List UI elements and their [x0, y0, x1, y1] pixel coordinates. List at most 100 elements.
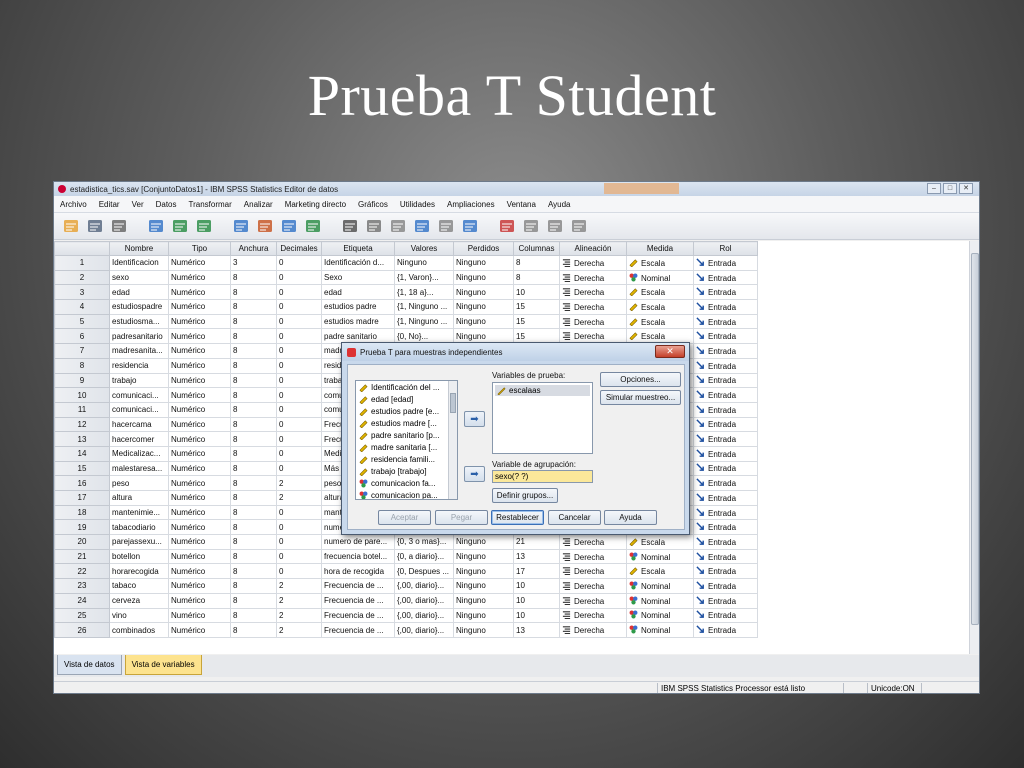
grid-cell-medida[interactable]: Escala	[626, 563, 694, 580]
grid-cell-rol[interactable]: Entrada	[693, 607, 758, 624]
row-number[interactable]: 19	[54, 519, 110, 536]
grid-cell-tipo[interactable]: Numérico	[168, 357, 231, 374]
grid-cell-columnas[interactable]: 13	[513, 622, 560, 638]
toolbar-button-2[interactable]	[108, 216, 129, 237]
grid-cell-etiqueta[interactable]: Frecuencia de ...	[321, 592, 395, 609]
grid-cell-decimales[interactable]: 0	[276, 313, 322, 330]
column-header-2[interactable]: Tipo	[168, 241, 231, 256]
grid-cell-valores[interactable]: {0, a diario}...	[394, 548, 454, 565]
grid-cell-columnas[interactable]: 15	[513, 313, 560, 330]
grid-cell-columnas[interactable]: 10	[513, 284, 560, 301]
grid-cell-medida[interactable]: Escala	[626, 284, 694, 301]
grid-cell-tipo[interactable]: Numérico	[168, 534, 231, 550]
grid-cell-tipo[interactable]: Numérico	[168, 328, 231, 345]
row-number[interactable]: 16	[54, 475, 110, 491]
grid-cell-tipo[interactable]: Numérico	[168, 255, 231, 271]
window-titlebar[interactable]: estadistica_tics.sav [ConjuntoDatos1] - …	[54, 182, 979, 196]
list-item[interactable]: estudios madre [...	[356, 417, 457, 429]
row-number[interactable]: 10	[54, 387, 110, 403]
grid-cell-tipo[interactable]: Numérico	[168, 372, 231, 389]
grid-cell-anchura[interactable]: 8	[230, 592, 277, 609]
grid-cell-decimales[interactable]: 0	[276, 255, 322, 271]
help-button[interactable]: Ayuda	[604, 510, 657, 525]
grid-cell-nombre[interactable]: horarecogida	[109, 563, 169, 580]
menu-item-2[interactable]: Ver	[126, 200, 150, 209]
grid-cell-decimales[interactable]: 0	[276, 328, 322, 345]
grid-cell-alineacin[interactable]: Derecha	[559, 548, 627, 565]
grid-cell-rol[interactable]: Entrada	[693, 328, 758, 345]
grid-cell-anchura[interactable]: 8	[230, 519, 277, 536]
row-number[interactable]: 7	[54, 343, 110, 359]
toolbar-button-18[interactable]	[544, 216, 565, 237]
grid-cell-perdidos[interactable]: Ninguno	[453, 592, 514, 609]
grid-cell-rol[interactable]: Entrada	[693, 416, 758, 433]
grid-cell-nombre[interactable]: padresanitario	[109, 328, 169, 345]
grid-cell-anchura[interactable]: 8	[230, 445, 277, 462]
grid-cell-anchura[interactable]: 8	[230, 401, 277, 418]
row-number[interactable]: 3	[54, 284, 110, 301]
grid-cell-columnas[interactable]: 13	[513, 548, 560, 565]
dialog-close-button[interactable]: ✕	[655, 345, 685, 358]
row-number[interactable]: 11	[54, 401, 110, 418]
toolbar-button-19[interactable]	[568, 216, 589, 237]
column-header-6[interactable]: Valores	[394, 241, 454, 256]
grid-cell-alineacin[interactable]: Derecha	[559, 299, 627, 315]
table-row[interactable]: 20 parejassexu... Numérico 8 0 numero de pare…	[54, 534, 758, 550]
list-item[interactable]: residencia famili...	[356, 453, 457, 465]
grid-cell-perdidos[interactable]: Ninguno	[453, 299, 514, 315]
grid-cell-anchura[interactable]: 8	[230, 328, 277, 345]
list-item[interactable]: madre sanitaria [...	[356, 441, 457, 453]
grid-cell-anchura[interactable]: 8	[230, 490, 277, 506]
row-number[interactable]: 4	[54, 299, 110, 315]
grid-cell-nombre[interactable]: malestaresa...	[109, 460, 169, 477]
grid-cell-tipo[interactable]: Numérico	[168, 445, 231, 462]
grid-cell-decimales[interactable]: 0	[276, 563, 322, 580]
grid-cell-nombre[interactable]: estudiosma...	[109, 313, 169, 330]
grid-cell-etiqueta[interactable]: Frecuencia de ...	[321, 578, 395, 594]
grid-cell-alineacin[interactable]: Derecha	[559, 578, 627, 594]
menu-item-7[interactable]: Gráficos	[352, 200, 394, 209]
grid-cell-decimales[interactable]: 0	[276, 416, 322, 433]
grid-cell-tipo[interactable]: Numérico	[168, 343, 231, 359]
row-number[interactable]: 24	[54, 592, 110, 609]
table-row[interactable]: 23 tabaco Numérico 8 2 Frecuencia de ... {,00,…	[54, 578, 758, 594]
grid-cell-decimales[interactable]: 0	[276, 299, 322, 315]
grid-cell-etiqueta[interactable]: Sexo	[321, 269, 395, 286]
grid-cell-nombre[interactable]: estudiospadre	[109, 299, 169, 315]
list-item[interactable]: comunicacion pa...	[356, 489, 457, 499]
grid-cell-alineacin[interactable]: Derecha	[559, 313, 627, 330]
grid-cell-anchura[interactable]: 8	[230, 313, 277, 330]
grid-cell-tipo[interactable]: Numérico	[168, 269, 231, 286]
grid-cell-tipo[interactable]: Numérico	[168, 490, 231, 506]
define-groups-button[interactable]: Definir grupos...	[492, 488, 558, 503]
grid-cell-decimales[interactable]: 0	[276, 534, 322, 550]
grid-cell-medida[interactable]: Nominal	[626, 269, 694, 286]
grid-cell-nombre[interactable]: tabaco	[109, 578, 169, 594]
grid-cell-etiqueta[interactable]: estudios madre	[321, 313, 395, 330]
bootstrap-button[interactable]: Simular muestreo...	[600, 390, 681, 405]
toolbar-button-10[interactable]	[339, 216, 360, 237]
grid-cell-nombre[interactable]: altura	[109, 490, 169, 506]
grid-cell-anchura[interactable]: 3	[230, 255, 277, 271]
grid-cell-tipo[interactable]: Numérico	[168, 578, 231, 594]
toolbar-button-12[interactable]	[387, 216, 408, 237]
grid-cell-tipo[interactable]: Numérico	[168, 548, 231, 565]
grid-cell-tipo[interactable]: Numérico	[168, 387, 231, 403]
grid-cell-alineacin[interactable]: Derecha	[559, 607, 627, 624]
grid-cell-valores[interactable]: {,00, diario}...	[394, 607, 454, 624]
grid-cell-nombre[interactable]: residencia	[109, 357, 169, 374]
grid-cell-rol[interactable]: Entrada	[693, 431, 758, 447]
grid-cell-perdidos[interactable]: Ninguno	[453, 284, 514, 301]
list-item[interactable]: estudios padre [e...	[356, 405, 457, 417]
grid-cell-decimales[interactable]: 2	[276, 490, 322, 506]
grid-cell-valores[interactable]: {,00, diario}...	[394, 622, 454, 638]
row-number[interactable]: 18	[54, 504, 110, 521]
grid-cell-nombre[interactable]: hacercama	[109, 416, 169, 433]
grid-cell-etiqueta[interactable]: hora de recogida	[321, 563, 395, 580]
row-number[interactable]: 6	[54, 328, 110, 345]
grid-cell-nombre[interactable]: comunicaci...	[109, 401, 169, 418]
grid-cell-etiqueta[interactable]: Frecuencia de ...	[321, 622, 395, 638]
grid-cell-alineacin[interactable]: Derecha	[559, 534, 627, 550]
grid-cell-anchura[interactable]: 8	[230, 299, 277, 315]
row-number[interactable]: 23	[54, 578, 110, 594]
